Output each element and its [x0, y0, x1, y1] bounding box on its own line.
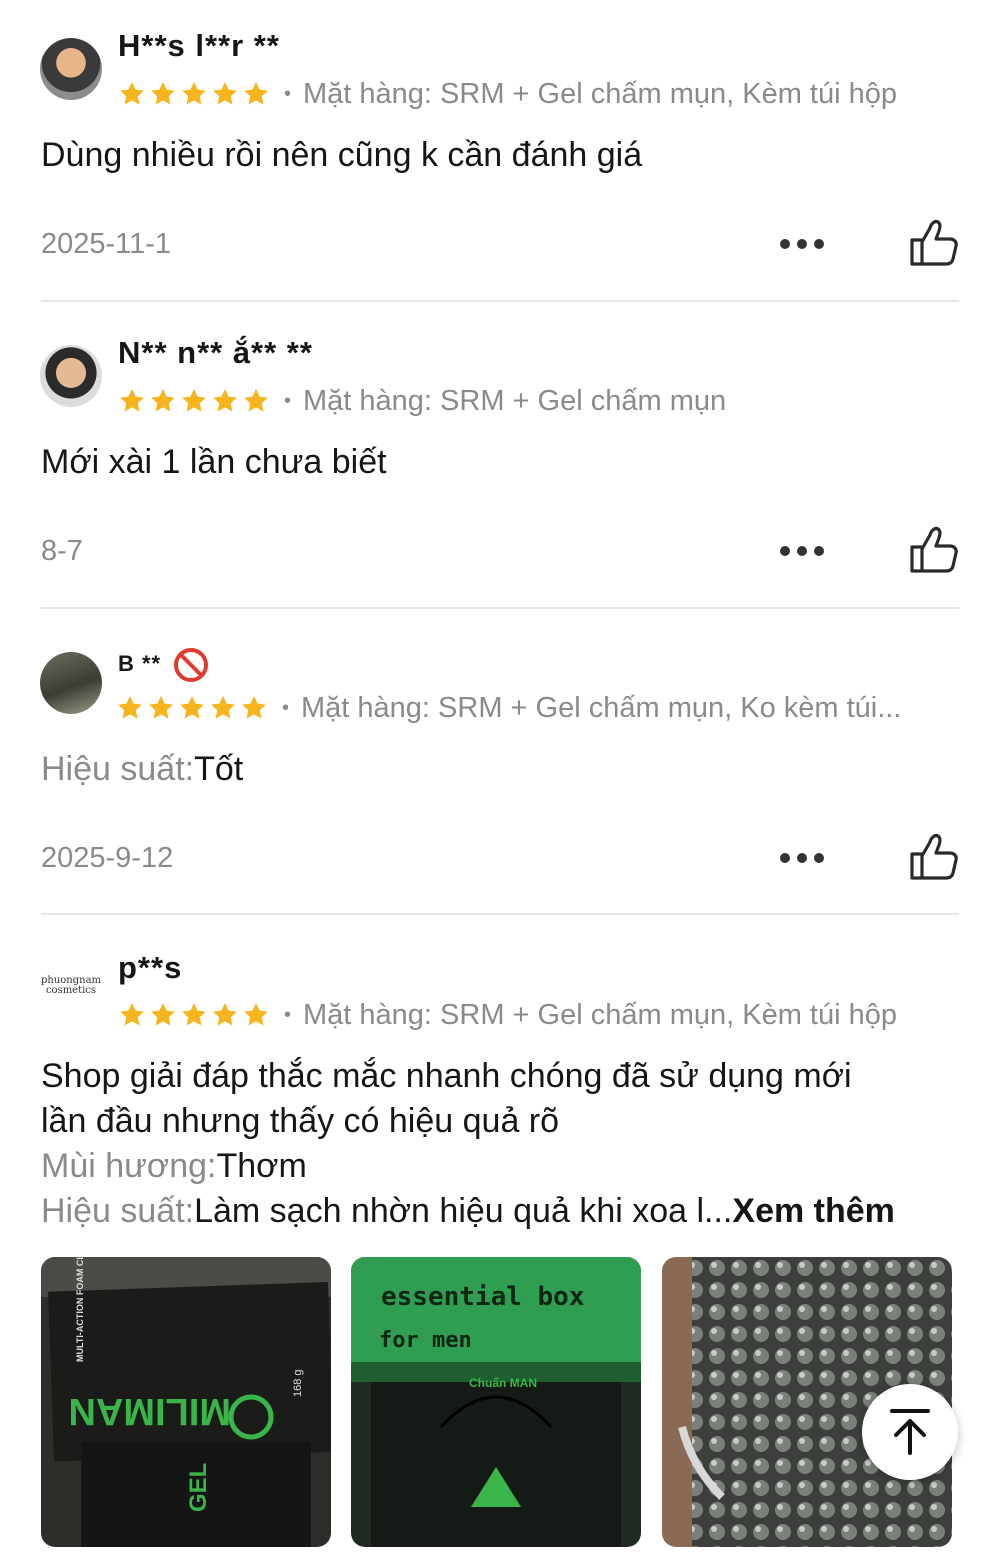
product-variant: Mặt hàng: SRM + Gel chấm mụn, Ko kèm túi…	[301, 691, 902, 724]
star-icon	[151, 1003, 175, 1026]
reviewer-name: H**s l**r **	[118, 28, 280, 63]
review-attribute: Hiệu suất:Làm sạch nhờn hiệu quả khi xoa…	[41, 1189, 941, 1234]
star-icon	[182, 82, 206, 105]
star-icon	[120, 1003, 144, 1026]
review-date: 2025-9-12	[41, 842, 174, 874]
star-rating	[118, 1001, 270, 1029]
no-entry-icon	[174, 648, 209, 682]
thumbs-up-icon[interactable]	[906, 830, 960, 884]
box-sub-text: MULTI-ACTION FOAM CLEANSER	[75, 1257, 85, 1362]
star-icon	[120, 82, 144, 105]
bag-brand-text: Chuẩn MAN	[469, 1376, 537, 1390]
review-attribute: Hiệu suất:Tốt	[41, 747, 941, 792]
divider	[41, 607, 959, 609]
star-rating	[116, 694, 268, 722]
rating-row: • Mặt hàng: SRM + Gel chấm mụn, Kèm túi …	[118, 74, 897, 114]
star-icon	[242, 696, 266, 719]
attribute-value: Tốt	[194, 750, 244, 788]
review-date: 2025-11-1	[41, 228, 172, 260]
star-icon	[180, 696, 204, 719]
review-date: 8-7	[41, 535, 83, 567]
box-weight-text: 168 g	[292, 1369, 304, 1397]
avatar[interactable]: phuongnam cosmetics	[40, 955, 102, 1017]
rating-row: • Mặt hàng: SRM + Gel chấm mụn, Ko kèm t…	[116, 688, 901, 728]
star-icon	[151, 389, 175, 412]
separator-dot: •	[284, 1003, 292, 1026]
star-icon	[182, 389, 206, 412]
attribute-label: Mùi hương:	[41, 1147, 217, 1185]
more-dots-icon[interactable]	[780, 544, 824, 558]
product-box-image: MILIMAN MULTI-ACTION FOAM CLEANSER 168 g…	[41, 1257, 331, 1547]
review-comment: Dùng nhiều rồi nên cũng k cần đánh giá	[41, 136, 643, 174]
more-dots-icon[interactable]	[780, 237, 824, 251]
star-icon	[213, 1003, 237, 1026]
separator-dot: •	[284, 82, 292, 105]
divider	[41, 913, 959, 915]
avatar[interactable]	[40, 345, 102, 407]
box-brand-text: MILIMAN	[68, 1390, 231, 1432]
separator-dot: •	[282, 696, 290, 719]
star-rating	[118, 387, 270, 415]
scroll-to-top-button[interactable]	[862, 1384, 958, 1480]
star-icon	[244, 389, 268, 412]
comment-line: lần đầu nhưng thấy có hiệu quả rõ	[41, 1102, 560, 1140]
star-icon	[151, 82, 175, 105]
see-more-link[interactable]: Xem thêm	[732, 1192, 895, 1230]
product-variant: Mặt hàng: SRM + Gel chấm mụn	[303, 384, 727, 417]
avatar[interactable]	[40, 652, 102, 714]
star-icon	[182, 1003, 206, 1026]
box-line2-text: for men	[379, 1328, 472, 1353]
review-comment: Shop giải đáp thắc mắc nhanh chóng đã sử…	[41, 1054, 941, 1234]
review-photo[interactable]: essential box for men Chuẩn MAN	[351, 1257, 641, 1547]
reviewer-name: p**s	[118, 950, 183, 985]
star-icon	[211, 696, 235, 719]
divider	[41, 300, 959, 302]
box-line1-text: essential box	[381, 1282, 585, 1312]
reviewer-name: B **	[118, 646, 210, 684]
star-icon	[118, 696, 142, 719]
rating-row: • Mặt hàng: SRM + Gel chấm mụn, Kèm túi …	[118, 995, 897, 1035]
avatar[interactable]	[40, 38, 102, 100]
thumbs-up-icon[interactable]	[906, 523, 960, 577]
thumbs-up-icon[interactable]	[906, 216, 960, 270]
attribute-label: Hiệu suất:	[41, 1192, 195, 1230]
attribute-value: Thơm	[216, 1147, 307, 1185]
product-variant: Mặt hàng: SRM + Gel chấm mụn, Kèm túi hộ…	[303, 998, 897, 1031]
star-icon	[244, 1003, 268, 1026]
attribute-label: Hiệu suất:	[41, 750, 195, 788]
star-icon	[149, 696, 173, 719]
gel-text: GEL	[185, 1463, 212, 1512]
star-icon	[244, 82, 268, 105]
review-comment: Mới xài 1 lần chưa biết	[41, 443, 387, 481]
star-icon	[213, 82, 237, 105]
comment-line: Shop giải đáp thắc mắc nhanh chóng đã sử…	[41, 1057, 852, 1095]
star-rating	[118, 80, 270, 108]
more-dots-icon[interactable]	[780, 851, 824, 865]
separator-dot: •	[284, 389, 292, 412]
review-photo[interactable]: MILIMAN MULTI-ACTION FOAM CLEANSER 168 g…	[41, 1257, 331, 1547]
attribute-value: Làm sạch nhờn hiệu quả khi xoa l...	[194, 1192, 733, 1230]
product-variant: Mặt hàng: SRM + Gel chấm mụn, Kèm túi hộ…	[303, 77, 897, 110]
star-icon	[120, 389, 144, 412]
arrow-up-to-top-icon	[890, 1409, 930, 1455]
avatar-logo-text: phuongnam cosmetics	[40, 975, 102, 996]
rating-row: • Mặt hàng: SRM + Gel chấm mụn	[118, 381, 726, 421]
reviewer-name-text: B **	[118, 650, 162, 676]
star-icon	[213, 389, 237, 412]
review-attribute: Mùi hương:Thơm	[41, 1144, 941, 1189]
reviewer-name: N** n** ắ** **	[118, 335, 313, 370]
essential-box-image: essential box for men Chuẩn MAN	[351, 1257, 641, 1547]
